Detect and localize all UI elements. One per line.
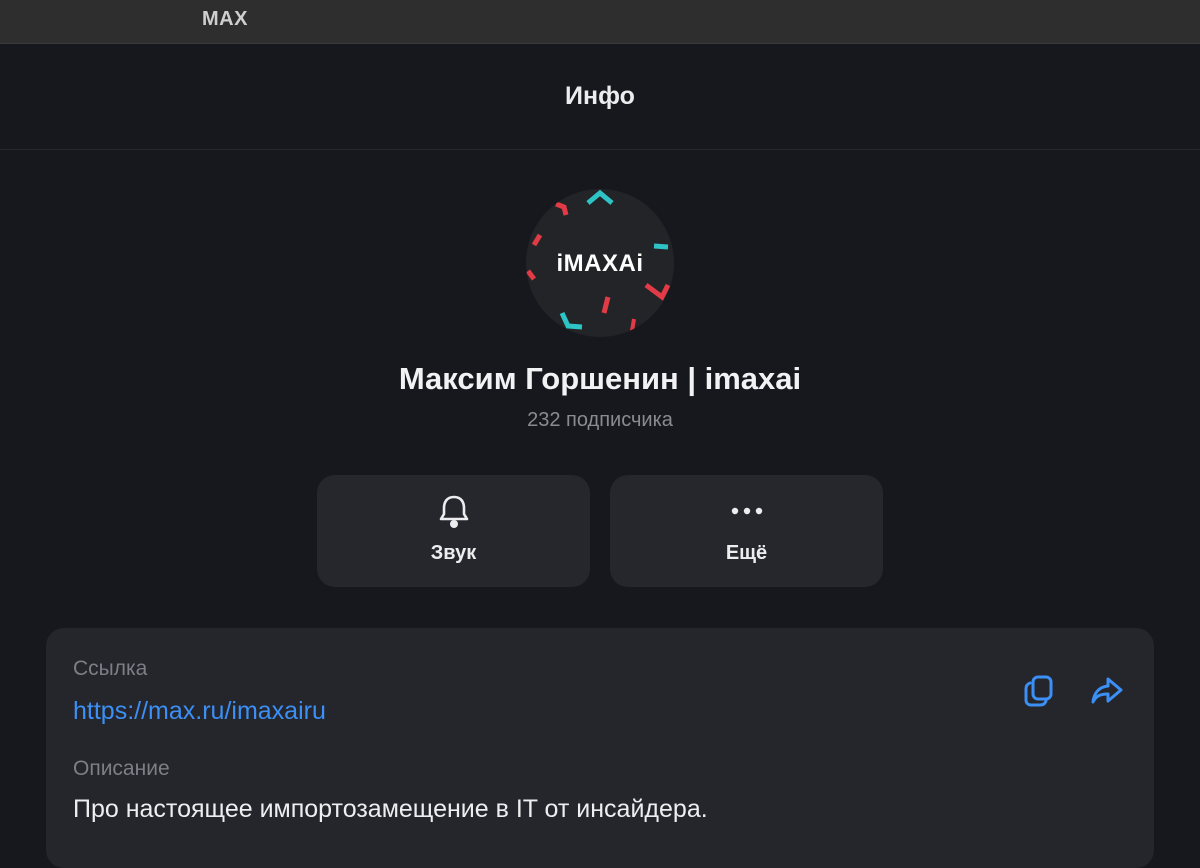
logo-chevron-red [531,233,543,247]
channel-info-card: Ссылка https://max.ru/imaxairu Описание … [46,628,1154,868]
window-titlebar: MAX [0,0,1200,44]
more-button-label: Ещё [725,542,768,564]
channel-description: Про настоящее импортозамещение в IT от и… [73,795,708,823]
logo-chevron-red [630,318,636,332]
logo-chevron-red [526,269,536,281]
page-header: Инфо [0,44,1200,150]
logo-chevron-red [644,283,671,301]
app-title: MAX [202,8,248,30]
logo-chevron-red [601,296,611,314]
link-label: Ссылка [73,657,148,680]
sound-button[interactable]: Звук [317,475,590,587]
copy-icon[interactable] [1022,673,1058,709]
description-label: Описание [73,757,170,780]
imaxai-logo: iMAXAi [526,189,671,332]
logo-chevron-teal [586,189,614,205]
page-title: Инфо [565,82,635,110]
logo-chevron-teal [653,243,669,250]
channel-avatar[interactable]: iMAXAi [526,189,674,337]
logo-wordmark: iMAXAi [557,250,644,277]
logo-chevron-red [555,201,569,216]
share-icon[interactable] [1089,673,1125,709]
subscriber-count: 232 подписчика [527,409,673,431]
channel-name: Максим Горшенин | imaxai [398,361,802,396]
more-button[interactable]: Ещё [610,475,883,587]
channel-link[interactable]: https://max.ru/imaxairu [73,697,326,726]
more-horizontal-icon [610,494,883,535]
bell-icon [317,494,590,535]
logo-chevron-teal [559,311,583,330]
sound-button-label: Звук [430,542,477,564]
